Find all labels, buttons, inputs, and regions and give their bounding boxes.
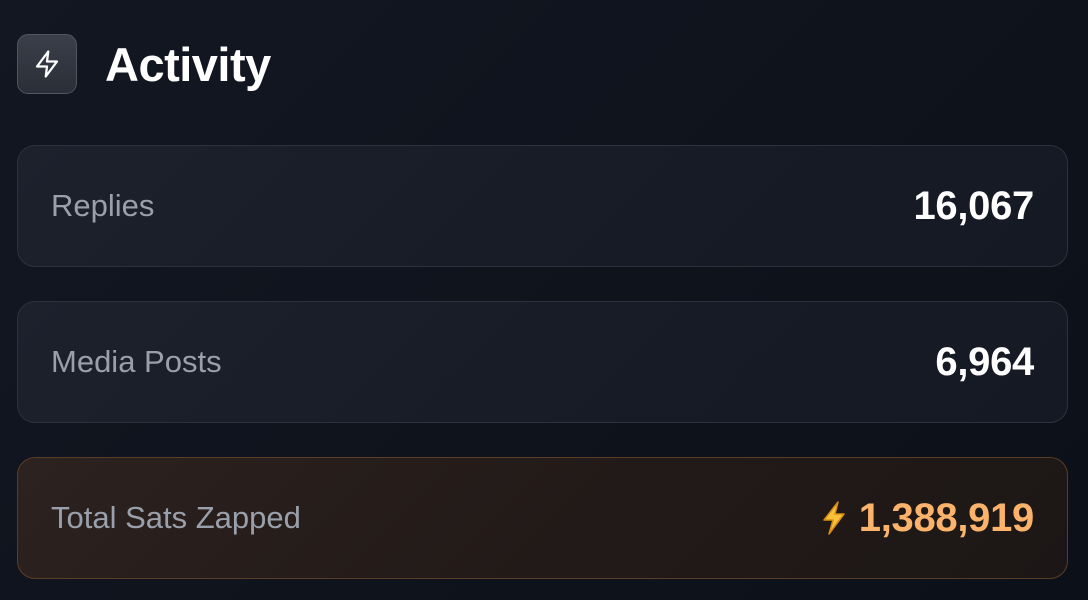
replies-value: 16,067 xyxy=(913,183,1034,228)
replies-label: Replies xyxy=(51,188,155,223)
section-header: Activity xyxy=(17,32,271,96)
total-sats-zapped-label: Total Sats Zapped xyxy=(51,500,301,535)
total-sats-zapped-value: 1,388,919 xyxy=(858,495,1035,540)
total-sats-zapped-stat-card: Total Sats Zapped 1,388,919 xyxy=(17,457,1068,579)
replies-stat-card: Replies 16,067 xyxy=(17,145,1068,267)
media-posts-value: 6,964 xyxy=(935,339,1034,384)
section-title: Activity xyxy=(105,37,271,91)
media-posts-label: Media Posts xyxy=(51,344,222,379)
media-posts-stat-card: Media Posts 6,964 xyxy=(17,301,1068,423)
lightning-emoji-icon xyxy=(821,501,847,535)
lightning-bolt-icon xyxy=(17,34,77,94)
total-sats-zapped-value-group: 1,388,919 xyxy=(821,496,1034,541)
